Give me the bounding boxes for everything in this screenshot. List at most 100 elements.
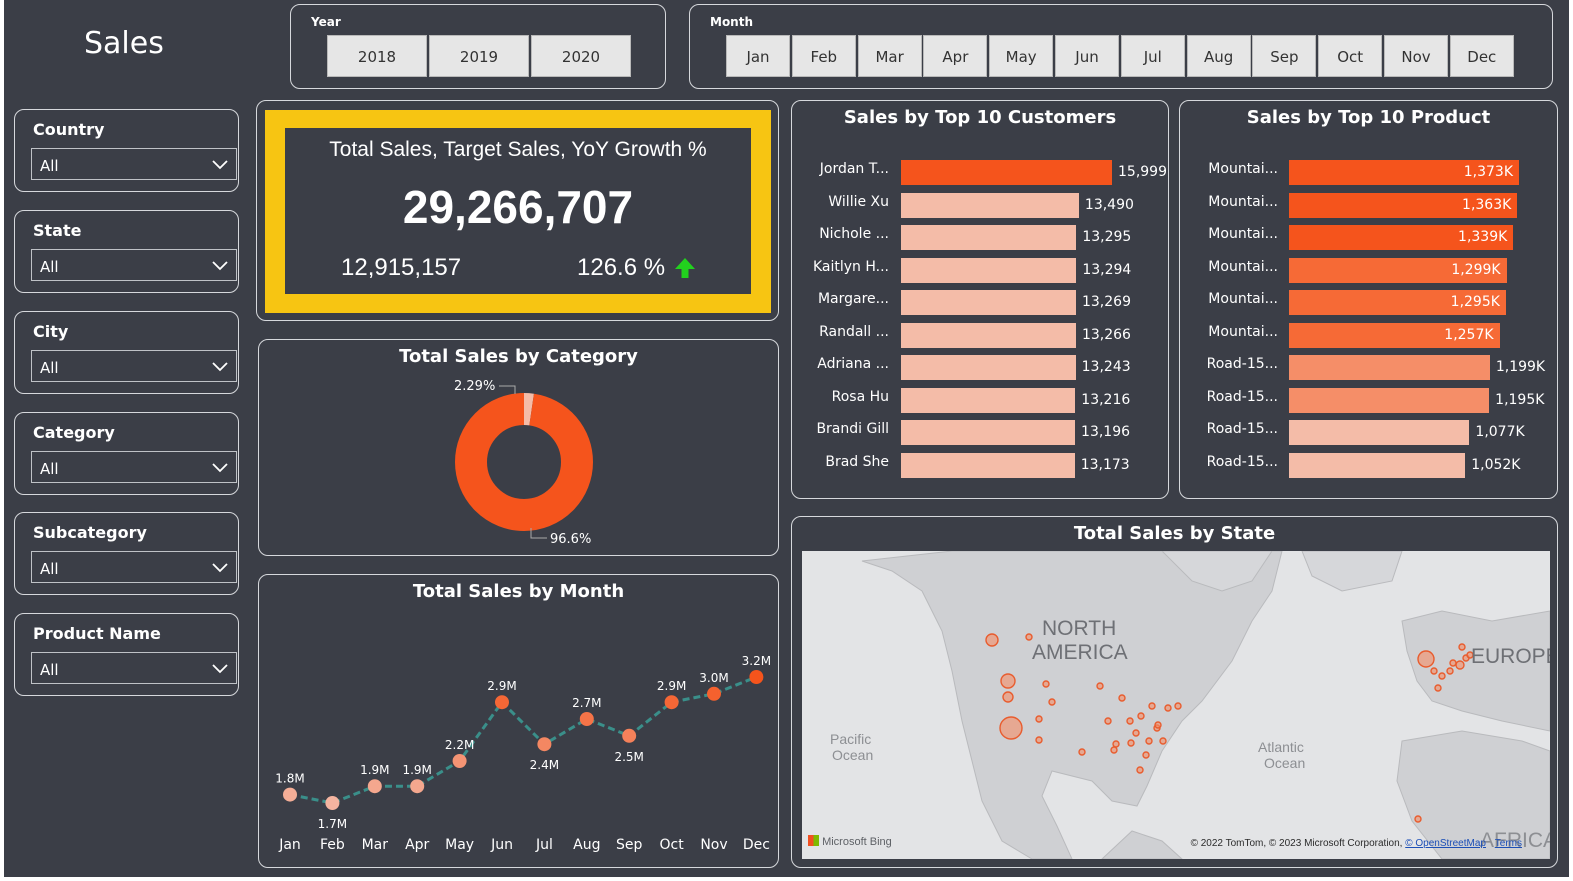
osm-link[interactable]: © OpenStreetMap (1405, 838, 1486, 849)
month-data-point[interactable] (283, 787, 297, 802)
map-bubble[interactable] (1142, 751, 1150, 759)
filter-dropdown[interactable]: All (31, 551, 237, 583)
month-data-point[interactable] (622, 728, 637, 743)
month-data-point[interactable] (367, 779, 382, 794)
map-bubble[interactable] (1136, 766, 1144, 774)
map-bubble[interactable] (1414, 815, 1422, 823)
map-bubble[interactable] (1025, 633, 1033, 641)
map-bubble[interactable] (1096, 682, 1104, 690)
bar[interactable] (901, 192, 1079, 218)
map-bubble[interactable] (1164, 704, 1172, 712)
bar-value-label: 13,295 (1082, 229, 1132, 245)
map-bubble[interactable] (985, 633, 999, 647)
map-bubble[interactable] (1438, 672, 1446, 680)
year-button-2019[interactable]: 2019 (429, 35, 529, 77)
map-bubble[interactable] (1434, 684, 1442, 692)
bar[interactable] (901, 420, 1076, 445)
filter-selected-value: All (40, 359, 59, 377)
bar[interactable] (1289, 452, 1466, 478)
bar[interactable] (1289, 387, 1490, 413)
bar-value-label: 13,266 (1081, 326, 1131, 343)
bar[interactable] (901, 290, 1076, 315)
year-button-2018[interactable]: 2018 (327, 35, 427, 77)
bar[interactable] (1289, 420, 1470, 445)
filter-label: City (33, 322, 69, 341)
bar-category-label: Mountai... (1208, 323, 1278, 340)
map-bubble[interactable] (1035, 715, 1043, 723)
month-button-aug[interactable]: Aug (1186, 35, 1251, 77)
map-bubble[interactable] (1458, 643, 1466, 651)
map-bubble[interactable] (1127, 739, 1135, 747)
map-bubble[interactable] (1148, 702, 1156, 710)
state-map[interactable]: NORTH AMERICA EUROPE AFRICA Pacific Ocea… (802, 551, 1550, 859)
bar-value-label: 13,243 (1081, 359, 1131, 375)
map-bubble[interactable] (1112, 740, 1120, 748)
map-bubble[interactable] (1118, 694, 1126, 702)
month-button-sep[interactable]: Sep (1252, 35, 1317, 77)
bar[interactable] (1289, 355, 1490, 380)
map-bubble[interactable] (1154, 721, 1162, 729)
bar[interactable] (901, 355, 1076, 380)
map-bubble[interactable] (1145, 737, 1153, 745)
filter-dropdown[interactable]: All (31, 249, 237, 281)
year-button-2020[interactable]: 2020 (531, 35, 631, 77)
month-data-point[interactable] (579, 712, 594, 726)
bar[interactable] (901, 257, 1077, 283)
month-chart-card: Total Sales by Month 1.8M Jan 1.7M Feb 1.9M M… (258, 574, 779, 868)
month-data-point[interactable] (664, 695, 679, 710)
bar[interactable] (901, 160, 1112, 185)
map-bubble[interactable] (1078, 748, 1086, 756)
map-bubbles (985, 633, 1474, 823)
filter-dropdown[interactable]: All (31, 148, 237, 180)
month-button-jan[interactable]: Jan (726, 35, 790, 77)
map-bubble[interactable] (1042, 680, 1050, 688)
month-data-point[interactable] (452, 754, 467, 768)
map-bubble[interactable] (1002, 691, 1014, 703)
bar-category-label: Road-15... (1206, 453, 1278, 470)
month-button-mar[interactable]: Mar (857, 35, 922, 77)
map-bubble[interactable] (1126, 717, 1134, 725)
month-data-point[interactable] (707, 686, 721, 701)
bar[interactable] (901, 225, 1077, 250)
month-data-point[interactable] (410, 779, 425, 794)
month-button-apr[interactable]: Apr (923, 35, 988, 77)
terms-link[interactable]: Terms (1495, 838, 1522, 849)
map-bubble[interactable] (1446, 667, 1454, 675)
month-data-label: 2.9M (657, 679, 686, 693)
map-bubble[interactable] (1159, 737, 1167, 745)
filter-dropdown[interactable]: All (31, 350, 237, 382)
month-button-jun[interactable]: Jun (1055, 35, 1119, 77)
filter-dropdown[interactable]: All (31, 652, 237, 684)
donut-slice[interactable] (455, 393, 593, 531)
map-bubble[interactable] (1132, 729, 1140, 737)
month-axis-label: Mar (362, 837, 389, 853)
bar-category-label: Adriana ... (817, 356, 889, 372)
map-bubble[interactable] (1455, 660, 1465, 670)
month-button-jul[interactable]: Jul (1120, 35, 1185, 77)
map-bubble[interactable] (1048, 698, 1056, 706)
month-button-dec[interactable]: Dec (1449, 35, 1514, 77)
month-data-point[interactable] (325, 796, 340, 810)
month-button-may[interactable]: May (989, 35, 1054, 77)
month-data-point[interactable] (537, 737, 552, 752)
map-bubble[interactable] (1137, 712, 1145, 720)
bar-value-label: 1,195K (1495, 391, 1545, 408)
month-button-nov[interactable]: Nov (1384, 35, 1448, 77)
bar[interactable] (901, 387, 1076, 413)
bar[interactable] (901, 452, 1075, 478)
map-bubble[interactable] (1417, 650, 1435, 668)
bar[interactable] (901, 322, 1076, 348)
month-data-point[interactable] (495, 695, 509, 710)
map-bubble[interactable] (1104, 717, 1112, 725)
filter-dropdown[interactable]: All (31, 451, 237, 483)
map-bubble[interactable] (1430, 667, 1438, 675)
map-bubble[interactable] (999, 716, 1023, 740)
month-button-oct[interactable]: Oct (1318, 35, 1383, 77)
map-bubble[interactable] (1174, 702, 1182, 710)
map-bubble[interactable] (1449, 659, 1457, 667)
map-bubble[interactable] (1110, 746, 1118, 754)
map-bubble[interactable] (1000, 673, 1016, 689)
month-button-feb[interactable]: Feb (791, 35, 856, 77)
month-data-point[interactable] (749, 670, 764, 684)
map-bubble[interactable] (1035, 736, 1043, 744)
